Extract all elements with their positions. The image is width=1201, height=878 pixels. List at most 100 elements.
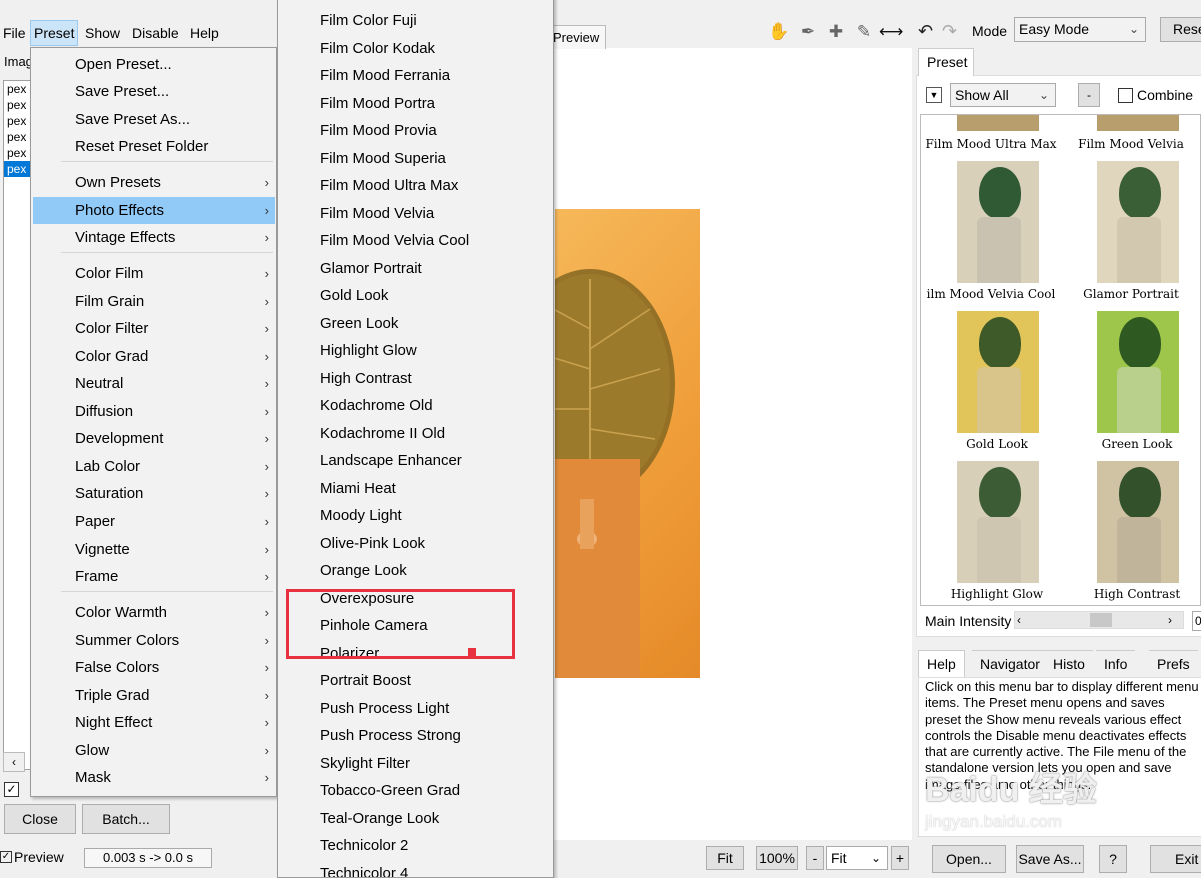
- submenu-item-technicolor-4[interactable]: Technicolor 4: [320, 860, 408, 878]
- menu-disable[interactable]: Disable: [129, 20, 182, 46]
- submenu-item-green-look[interactable]: Green Look: [320, 310, 398, 337]
- submenu-item-landscape-enhancer[interactable]: Landscape Enhancer: [320, 447, 462, 474]
- file-list[interactable]: pex pex pex pex pex pex: [3, 80, 33, 770]
- menu-item-development[interactable]: Development›: [33, 425, 275, 452]
- chevron-right-icon[interactable]: ›: [1168, 611, 1172, 629]
- submenu-item-film-mood-portra[interactable]: Film Mood Portra: [320, 90, 435, 117]
- submenu-item-film-mood-ferrania[interactable]: Film Mood Ferrania: [320, 62, 450, 89]
- preset-thumbnail-grid[interactable]: Film Mood Ultra Max Film Mood Velvia ilm…: [920, 114, 1201, 606]
- menu-item-color-filter[interactable]: Color Filter›: [33, 315, 275, 342]
- fit-button[interactable]: Fit: [706, 846, 744, 870]
- help-button[interactable]: ?: [1099, 845, 1127, 873]
- thumbnail-highlight-glow[interactable]: [957, 461, 1039, 583]
- submenu-item-push-process-strong[interactable]: Push Process Strong: [320, 722, 461, 749]
- submenu-item-high-contrast[interactable]: High Contrast: [320, 365, 412, 392]
- submenu-item-gold-look[interactable]: Gold Look: [320, 282, 388, 309]
- tab-navigator[interactable]: Navigator: [972, 650, 1048, 677]
- list-item-selected[interactable]: pex: [4, 161, 32, 177]
- eyedropper-icon[interactable]: ✒: [796, 20, 820, 44]
- left-checkbox[interactable]: ✓: [4, 782, 19, 797]
- preview-checkbox[interactable]: ✓: [0, 851, 12, 863]
- menu-item-diffusion[interactable]: Diffusion›: [33, 398, 275, 425]
- menu-file[interactable]: File: [0, 20, 29, 46]
- submenu-item-film-color-fuji[interactable]: Film Color Fuji: [320, 7, 417, 34]
- list-item[interactable]: pex: [4, 113, 32, 129]
- menu-item-color-warmth[interactable]: Color Warmth›: [33, 599, 275, 626]
- menu-item-summer-colors[interactable]: Summer Colors›: [33, 627, 275, 654]
- submenu-item-highlight-glow[interactable]: Highlight Glow: [320, 337, 417, 364]
- dropdown-arrow-icon[interactable]: ▼: [926, 87, 942, 103]
- zoom-select[interactable]: Fit⌄: [826, 846, 888, 870]
- redo-icon[interactable]: ↷: [942, 20, 957, 42]
- intensity-value[interactable]: 0: [1192, 611, 1201, 631]
- tab-info[interactable]: Info: [1096, 650, 1135, 677]
- combine-checkbox[interactable]: [1118, 88, 1133, 103]
- zoom-100-button[interactable]: 100%: [756, 846, 798, 870]
- menu-item-frame[interactable]: Frame›: [33, 563, 275, 590]
- menu-item-glow[interactable]: Glow›: [33, 737, 275, 764]
- exit-button[interactable]: Exit: [1150, 845, 1201, 873]
- chevron-left-icon[interactable]: ‹: [1017, 611, 1021, 629]
- submenu-item-kodachrome-old[interactable]: Kodachrome Old: [320, 392, 433, 419]
- save-as-button[interactable]: Save As...: [1016, 845, 1084, 873]
- scroll-left-icon[interactable]: ‹: [3, 752, 25, 772]
- menu-item-photo-effects[interactable]: Photo Effects›: [33, 197, 275, 224]
- thumbnail-glamor-portrait[interactable]: [1097, 161, 1179, 283]
- menu-show[interactable]: Show: [82, 20, 123, 46]
- crosshair-icon[interactable]: ✚: [824, 20, 848, 44]
- batch-button[interactable]: Batch...: [82, 804, 170, 834]
- menu-item-mask[interactable]: Mask›: [33, 764, 275, 791]
- menu-item-save-preset-as[interactable]: Save Preset As...: [33, 106, 275, 133]
- thumbnail-high-contrast[interactable]: [1097, 461, 1179, 583]
- split-view-icon[interactable]: ⟷: [879, 20, 903, 44]
- menu-item-paper[interactable]: Paper›: [33, 508, 275, 535]
- menu-item-reset-preset-folder[interactable]: Reset Preset Folder: [33, 133, 275, 160]
- submenu-item-film-mood-velvia[interactable]: Film Mood Velvia: [320, 200, 434, 227]
- menu-item-own-presets[interactable]: Own Presets›: [33, 169, 275, 196]
- show-filter-select[interactable]: Show All⌄: [950, 83, 1056, 107]
- brush-icon[interactable]: ✎: [852, 20, 876, 44]
- submenu-item-tobacco-green-grad[interactable]: Tobacco-Green Grad: [320, 777, 460, 804]
- open-button[interactable]: Open...: [932, 845, 1006, 873]
- submenu-item-olive-pink-look[interactable]: Olive-Pink Look: [320, 530, 425, 557]
- close-button[interactable]: Close: [4, 804, 76, 834]
- menu-item-vintage-effects[interactable]: Vintage Effects›: [33, 224, 275, 251]
- undo-icon[interactable]: ↶: [918, 20, 933, 42]
- submenu-item-film-mood-velvia-cool[interactable]: Film Mood Velvia Cool: [320, 227, 469, 254]
- menu-item-neutral[interactable]: Neutral›: [33, 370, 275, 397]
- tab-histo[interactable]: Histo: [1045, 650, 1093, 677]
- submenu-item-moody-light[interactable]: Moody Light: [320, 502, 402, 529]
- thumbnail-gold-look[interactable]: [957, 311, 1039, 433]
- menu-item-color-grad[interactable]: Color Grad›: [33, 343, 275, 370]
- zoom-in-button[interactable]: +: [891, 846, 909, 870]
- submenu-item-film-mood-superia[interactable]: Film Mood Superia: [320, 145, 446, 172]
- thumbnail-green-look[interactable]: [1097, 311, 1179, 433]
- list-item[interactable]: pex: [4, 97, 32, 113]
- submenu-item-miami-heat[interactable]: Miami Heat: [320, 475, 396, 502]
- tab-preview-3[interactable]: Preview 3: [552, 25, 606, 49]
- menu-item-saturation[interactable]: Saturation›: [33, 480, 275, 507]
- remove-button[interactable]: -: [1078, 83, 1100, 107]
- menu-item-vignette[interactable]: Vignette›: [33, 536, 275, 563]
- submenu-item-portrait-boost[interactable]: Portrait Boost: [320, 667, 411, 694]
- tab-help[interactable]: Help: [918, 650, 965, 677]
- submenu-item-glamor-portrait[interactable]: Glamor Portrait: [320, 255, 422, 282]
- menu-item-open-preset[interactable]: Open Preset...: [33, 51, 275, 78]
- list-item[interactable]: pex: [4, 129, 32, 145]
- submenu-item-technicolor-2[interactable]: Technicolor 2: [320, 832, 408, 859]
- menu-item-lab-color[interactable]: Lab Color›: [33, 453, 275, 480]
- list-item[interactable]: pex: [4, 81, 32, 97]
- menu-item-false-colors[interactable]: False Colors›: [33, 654, 275, 681]
- submenu-item-push-process-light[interactable]: Push Process Light: [320, 695, 449, 722]
- submenu-item-skylight-filter[interactable]: Skylight Filter: [320, 750, 410, 777]
- slider-handle[interactable]: [1090, 613, 1112, 627]
- submenu-item-orange-look[interactable]: Orange Look: [320, 557, 407, 584]
- menu-preset[interactable]: Preset: [30, 20, 78, 46]
- thumbnail-strip[interactable]: [957, 115, 1039, 131]
- zoom-out-button[interactable]: -: [806, 846, 824, 870]
- submenu-item-film-mood-ultra-max[interactable]: Film Mood Ultra Max: [320, 172, 458, 199]
- thumbnail-strip[interactable]: [1097, 115, 1179, 131]
- menu-item-film-grain[interactable]: Film Grain›: [33, 288, 275, 315]
- submenu-item-film-mood-provia[interactable]: Film Mood Provia: [320, 117, 437, 144]
- menu-item-color-film[interactable]: Color Film›: [33, 260, 275, 287]
